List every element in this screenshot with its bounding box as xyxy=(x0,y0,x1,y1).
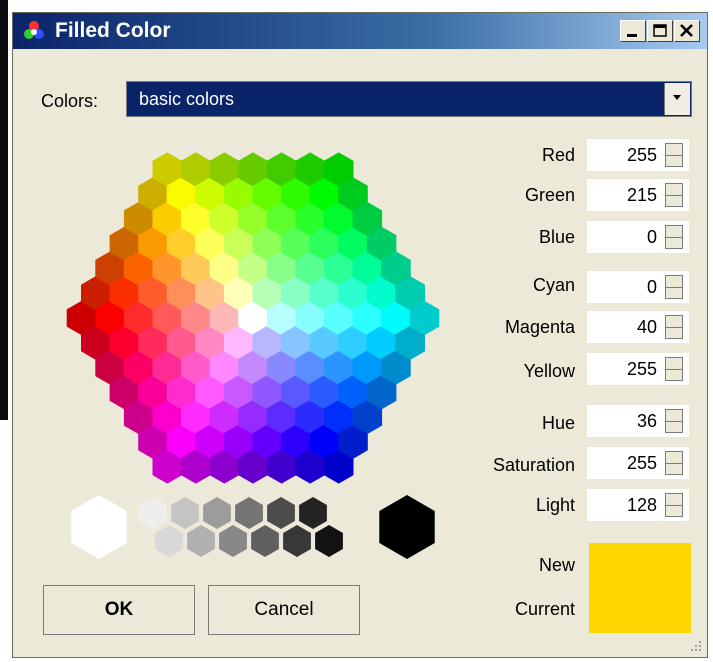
background-window-edge xyxy=(0,0,12,662)
saturation-spinner[interactable]: 255 xyxy=(587,447,689,479)
yellow-value[interactable]: 255 xyxy=(627,359,657,380)
light-value[interactable]: 128 xyxy=(627,495,657,516)
dropdown-arrow-button[interactable] xyxy=(664,83,690,115)
magenta-spin-arrows[interactable] xyxy=(665,315,683,339)
magenta-spinner[interactable]: 40 xyxy=(587,311,689,343)
yellow-spinner[interactable]: 255 xyxy=(587,353,689,385)
light-label: Light xyxy=(535,495,575,515)
gray-swatch[interactable] xyxy=(251,525,279,557)
green-spinner[interactable]: 215 xyxy=(587,179,689,211)
maximize-button[interactable] xyxy=(647,20,673,42)
green-spin-arrows[interactable] xyxy=(665,183,683,207)
cyan-label: Cyan xyxy=(532,275,575,295)
saturation-label: Saturation xyxy=(492,455,575,475)
gray-swatch[interactable] xyxy=(235,497,263,529)
red-spin-arrows[interactable] xyxy=(665,143,683,167)
saturation-value[interactable]: 255 xyxy=(627,453,657,474)
yellow-label: Yellow xyxy=(523,361,575,381)
blue-label: Blue xyxy=(538,227,575,247)
green-value[interactable]: 215 xyxy=(627,185,657,206)
minimize-button[interactable] xyxy=(620,20,646,42)
current-label: Current xyxy=(514,599,575,619)
ok-button[interactable]: OK xyxy=(43,585,195,635)
blue-value[interactable]: 0 xyxy=(647,227,657,248)
gray-swatch[interactable] xyxy=(219,525,247,557)
minimize-icon xyxy=(627,34,637,37)
close-icon xyxy=(680,24,693,37)
gray-swatch[interactable] xyxy=(203,497,231,529)
gray-swatch[interactable] xyxy=(155,525,183,557)
green-label: Green xyxy=(524,185,575,205)
cyan-value[interactable]: 0 xyxy=(647,277,657,298)
maximize-icon xyxy=(653,24,667,37)
gray-swatch[interactable] xyxy=(315,525,343,557)
new-label: New xyxy=(538,555,575,575)
color-preview-swatch xyxy=(589,543,691,633)
magenta-value[interactable]: 40 xyxy=(637,317,657,338)
blue-spinner[interactable]: 0 xyxy=(587,221,689,253)
magenta-label: Magenta xyxy=(504,317,575,337)
gray-swatch[interactable] xyxy=(139,497,167,529)
gray-swatch[interactable] xyxy=(267,497,295,529)
red-spinner[interactable]: 255 xyxy=(587,139,689,171)
cyan-spinner[interactable]: 0 xyxy=(587,271,689,303)
hue-label: Hue xyxy=(541,413,575,433)
blue-spin-arrows[interactable] xyxy=(665,225,683,249)
chevron-down-icon xyxy=(673,95,681,100)
cancel-button[interactable]: Cancel xyxy=(208,585,360,635)
gray-swatch[interactable] xyxy=(299,497,327,529)
gray-swatch[interactable] xyxy=(171,497,199,529)
close-button[interactable] xyxy=(674,20,700,42)
cyan-spin-arrows[interactable] xyxy=(665,275,683,299)
resize-grip-icon[interactable] xyxy=(689,639,703,653)
hue-spinner[interactable]: 36 xyxy=(587,405,689,437)
yellow-spin-arrows[interactable] xyxy=(665,357,683,381)
red-label: Red xyxy=(541,145,575,165)
light-spinner[interactable]: 128 xyxy=(587,489,689,521)
red-value[interactable]: 255 xyxy=(627,145,657,166)
gray-swatch[interactable] xyxy=(187,525,215,557)
light-spin-arrows[interactable] xyxy=(665,493,683,517)
white-swatch[interactable] xyxy=(71,495,127,559)
hue-spin-arrows[interactable] xyxy=(665,409,683,433)
gray-swatch[interactable] xyxy=(283,525,311,557)
saturation-spin-arrows[interactable] xyxy=(665,451,683,475)
filled-color-dialog: Filled Color Colors: basic colors Red 25… xyxy=(12,12,708,658)
hue-value[interactable]: 36 xyxy=(637,411,657,432)
